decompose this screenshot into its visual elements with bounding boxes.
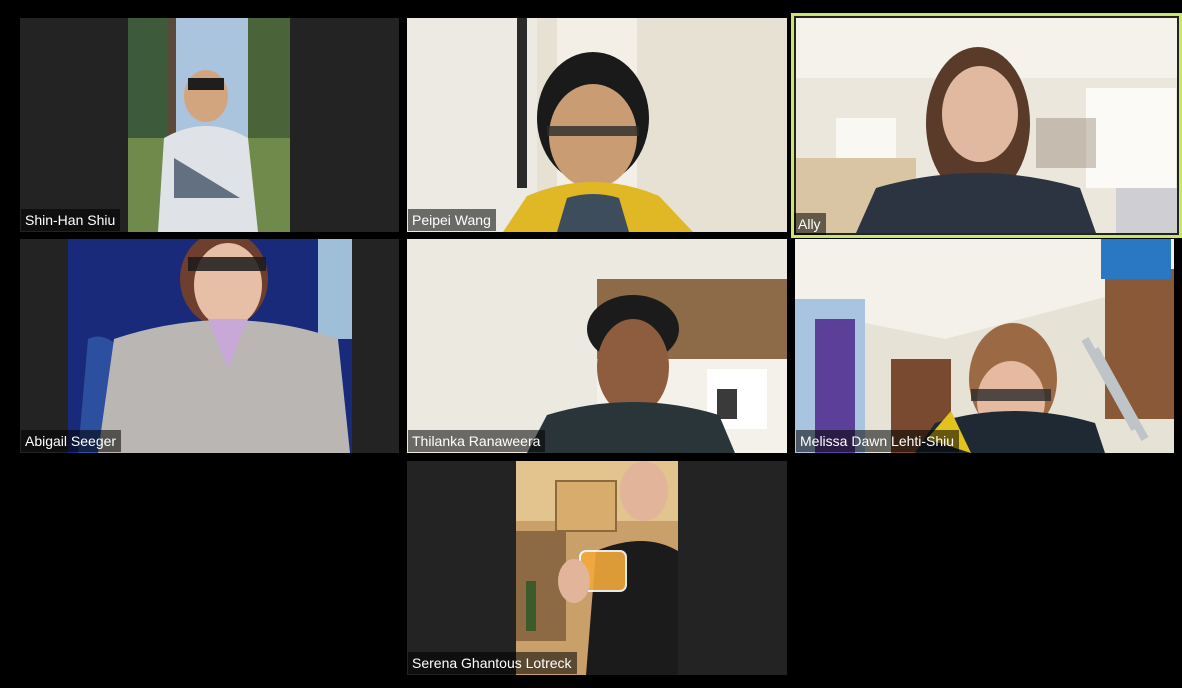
participant-video [128, 18, 290, 232]
video-tile-ally[interactable]: Ally [791, 13, 1182, 238]
participant-name-label: Thilanka Ranaweera [408, 430, 546, 452]
participant-video [407, 239, 787, 453]
participant-video [516, 461, 678, 675]
participant-name-label: Melissa Dawn Lehti-Shiu [796, 430, 960, 452]
participant-name-label: Shin-Han Shiu [21, 209, 121, 231]
video-tile-peipei-wang[interactable]: Peipei Wang [407, 18, 787, 232]
participant-name-label: Serena Ghantous Lotreck [408, 652, 577, 674]
participant-name-label: Abigail Seeger [21, 430, 122, 452]
participant-name-label: Ally [794, 213, 826, 235]
video-tile-thilanka-ranaweera[interactable]: Thilanka Ranaweera [407, 239, 787, 453]
video-tile-abigail-seeger[interactable]: Abigail Seeger [20, 239, 399, 453]
participant-video [68, 239, 352, 453]
participant-video [795, 239, 1174, 453]
participant-video [407, 18, 787, 232]
video-tile-melissa-dawn-lehti-shiu[interactable]: Melissa Dawn Lehti-Shiu [795, 239, 1174, 453]
participant-name-label: Peipei Wang [408, 209, 496, 231]
video-tile-shin-han-shiu[interactable]: Shin-Han Shiu [20, 18, 399, 232]
video-tile-serena-ghantous-lotreck[interactable]: Serena Ghantous Lotreck [407, 461, 787, 675]
participant-video [796, 18, 1177, 233]
